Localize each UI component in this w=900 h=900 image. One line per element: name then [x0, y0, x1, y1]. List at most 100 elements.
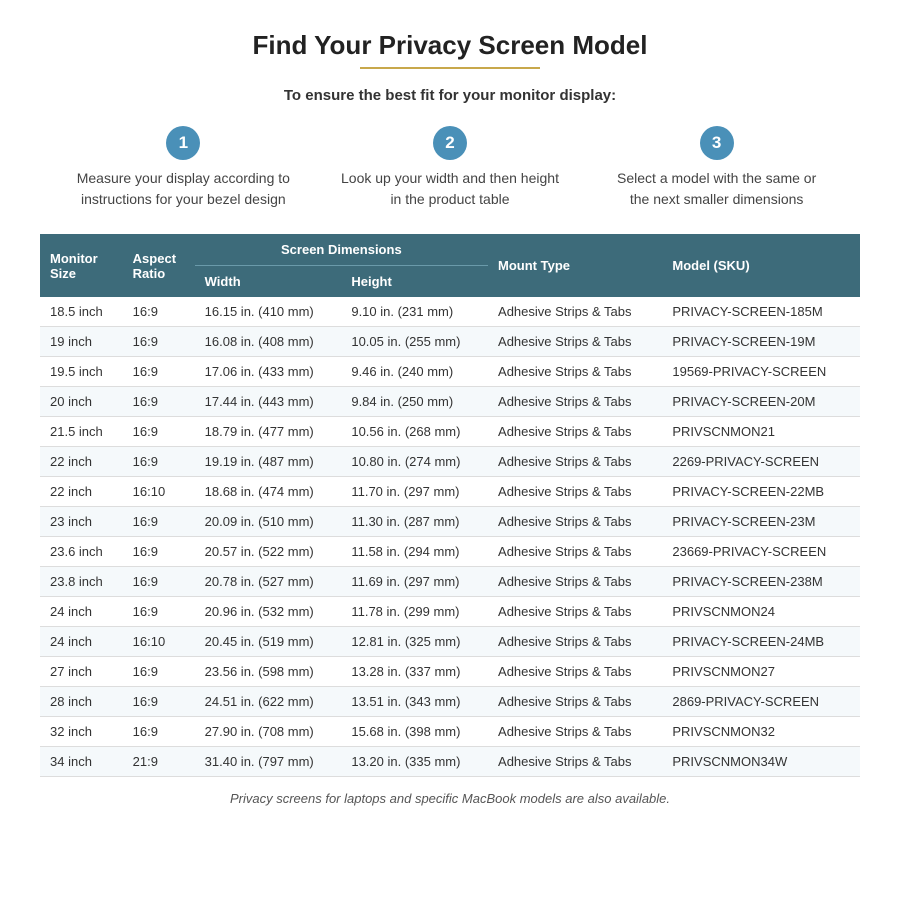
- cell-mount: Adhesive Strips & Tabs: [488, 657, 662, 687]
- cell-ratio: 16:10: [123, 477, 195, 507]
- step-3-text: Select a model with the same or the next…: [607, 168, 827, 210]
- cell-ratio: 16:9: [123, 327, 195, 357]
- step-2-circle: 2: [433, 126, 467, 160]
- cell-height: 10.05 in. (255 mm): [341, 327, 488, 357]
- title-underline: [360, 67, 540, 69]
- cell-mount: Adhesive Strips & Tabs: [488, 297, 662, 327]
- cell-sku: 2269-PRIVACY-SCREEN: [662, 447, 860, 477]
- table-row: 20 inch 16:9 17.44 in. (443 mm) 9.84 in.…: [40, 387, 860, 417]
- table-row: 23.8 inch 16:9 20.78 in. (527 mm) 11.69 …: [40, 567, 860, 597]
- cell-height: 13.28 in. (337 mm): [341, 657, 488, 687]
- cell-sku: 19569-PRIVACY-SCREEN: [662, 357, 860, 387]
- cell-width: 18.68 in. (474 mm): [195, 477, 342, 507]
- cell-sku: PRIVACY-SCREEN-19M: [662, 327, 860, 357]
- step-1-circle: 1: [166, 126, 200, 160]
- cell-ratio: 16:9: [123, 297, 195, 327]
- cell-size: 23.8 inch: [40, 567, 123, 597]
- cell-sku: PRIVACY-SCREEN-24MB: [662, 627, 860, 657]
- table-row: 24 inch 16:10 20.45 in. (519 mm) 12.81 i…: [40, 627, 860, 657]
- cell-mount: Adhesive Strips & Tabs: [488, 717, 662, 747]
- cell-height: 10.56 in. (268 mm): [341, 417, 488, 447]
- table-row: 24 inch 16:9 20.96 in. (532 mm) 11.78 in…: [40, 597, 860, 627]
- cell-mount: Adhesive Strips & Tabs: [488, 537, 662, 567]
- step-3-number: 3: [712, 133, 721, 153]
- table-row: 21.5 inch 16:9 18.79 in. (477 mm) 10.56 …: [40, 417, 860, 447]
- cell-ratio: 16:9: [123, 567, 195, 597]
- col-monitor-size: MonitorSize: [40, 234, 123, 297]
- product-table: MonitorSize AspectRatio Screen Dimension…: [40, 234, 860, 777]
- step-3: 3 Select a model with the same or the ne…: [607, 126, 827, 210]
- cell-size: 23 inch: [40, 507, 123, 537]
- cell-width: 18.79 in. (477 mm): [195, 417, 342, 447]
- cell-ratio: 16:9: [123, 507, 195, 537]
- cell-mount: Adhesive Strips & Tabs: [488, 387, 662, 417]
- cell-ratio: 16:9: [123, 357, 195, 387]
- cell-width: 20.45 in. (519 mm): [195, 627, 342, 657]
- table-row: 18.5 inch 16:9 16.15 in. (410 mm) 9.10 i…: [40, 297, 860, 327]
- table-body: 18.5 inch 16:9 16.15 in. (410 mm) 9.10 i…: [40, 297, 860, 777]
- cell-height: 11.70 in. (297 mm): [341, 477, 488, 507]
- cell-width: 17.06 in. (433 mm): [195, 357, 342, 387]
- cell-width: 27.90 in. (708 mm): [195, 717, 342, 747]
- table-row: 34 inch 21:9 31.40 in. (797 mm) 13.20 in…: [40, 747, 860, 777]
- cell-sku: 23669-PRIVACY-SCREEN: [662, 537, 860, 567]
- cell-size: 22 inch: [40, 477, 123, 507]
- cell-height: 11.69 in. (297 mm): [341, 567, 488, 597]
- cell-mount: Adhesive Strips & Tabs: [488, 597, 662, 627]
- cell-width: 20.78 in. (527 mm): [195, 567, 342, 597]
- cell-sku: PRIVSCNMON34W: [662, 747, 860, 777]
- table-row: 19.5 inch 16:9 17.06 in. (433 mm) 9.46 i…: [40, 357, 860, 387]
- cell-size: 24 inch: [40, 627, 123, 657]
- step-2: 2 Look up your width and then height in …: [340, 126, 560, 210]
- steps-container: 1 Measure your display according to inst…: [40, 126, 860, 210]
- cell-size: 18.5 inch: [40, 297, 123, 327]
- step-2-number: 2: [445, 133, 454, 153]
- cell-sku: PRIVACY-SCREEN-20M: [662, 387, 860, 417]
- cell-mount: Adhesive Strips & Tabs: [488, 417, 662, 447]
- table-row: 22 inch 16:10 18.68 in. (474 mm) 11.70 i…: [40, 477, 860, 507]
- cell-height: 11.78 in. (299 mm): [341, 597, 488, 627]
- table-row: 32 inch 16:9 27.90 in. (708 mm) 15.68 in…: [40, 717, 860, 747]
- cell-sku: PRIVACY-SCREEN-22MB: [662, 477, 860, 507]
- cell-height: 9.84 in. (250 mm): [341, 387, 488, 417]
- table-header-row-1: MonitorSize AspectRatio Screen Dimension…: [40, 234, 860, 266]
- cell-mount: Adhesive Strips & Tabs: [488, 327, 662, 357]
- cell-sku: PRIVSCNMON27: [662, 657, 860, 687]
- col-height: Height: [341, 266, 488, 298]
- cell-height: 15.68 in. (398 mm): [341, 717, 488, 747]
- step-3-circle: 3: [700, 126, 734, 160]
- cell-sku: PRIVSCNMON32: [662, 717, 860, 747]
- cell-width: 17.44 in. (443 mm): [195, 387, 342, 417]
- cell-sku: PRIVACY-SCREEN-185M: [662, 297, 860, 327]
- cell-width: 20.09 in. (510 mm): [195, 507, 342, 537]
- page-title: Find Your Privacy Screen Model: [40, 30, 860, 61]
- step-1-number: 1: [179, 133, 188, 153]
- col-aspect-ratio: AspectRatio: [123, 234, 195, 297]
- cell-height: 12.81 in. (325 mm): [341, 627, 488, 657]
- table-row: 27 inch 16:9 23.56 in. (598 mm) 13.28 in…: [40, 657, 860, 687]
- cell-size: 19 inch: [40, 327, 123, 357]
- cell-size: 22 inch: [40, 447, 123, 477]
- cell-mount: Adhesive Strips & Tabs: [488, 627, 662, 657]
- cell-height: 9.10 in. (231 mm): [341, 297, 488, 327]
- table-row: 23.6 inch 16:9 20.57 in. (522 mm) 11.58 …: [40, 537, 860, 567]
- table-row: 28 inch 16:9 24.51 in. (622 mm) 13.51 in…: [40, 687, 860, 717]
- cell-sku: PRIVSCNMON21: [662, 417, 860, 447]
- cell-width: 23.56 in. (598 mm): [195, 657, 342, 687]
- cell-size: 24 inch: [40, 597, 123, 627]
- cell-width: 20.57 in. (522 mm): [195, 537, 342, 567]
- col-mount-type: Mount Type: [488, 234, 662, 297]
- cell-width: 24.51 in. (622 mm): [195, 687, 342, 717]
- cell-size: 23.6 inch: [40, 537, 123, 567]
- step-2-text: Look up your width and then height in th…: [340, 168, 560, 210]
- cell-ratio: 16:9: [123, 417, 195, 447]
- cell-mount: Adhesive Strips & Tabs: [488, 447, 662, 477]
- cell-height: 10.80 in. (274 mm): [341, 447, 488, 477]
- cell-size: 32 inch: [40, 717, 123, 747]
- cell-ratio: 16:9: [123, 657, 195, 687]
- cell-mount: Adhesive Strips & Tabs: [488, 747, 662, 777]
- cell-size: 20 inch: [40, 387, 123, 417]
- cell-ratio: 16:9: [123, 717, 195, 747]
- col-width: Width: [195, 266, 342, 298]
- table-row: 19 inch 16:9 16.08 in. (408 mm) 10.05 in…: [40, 327, 860, 357]
